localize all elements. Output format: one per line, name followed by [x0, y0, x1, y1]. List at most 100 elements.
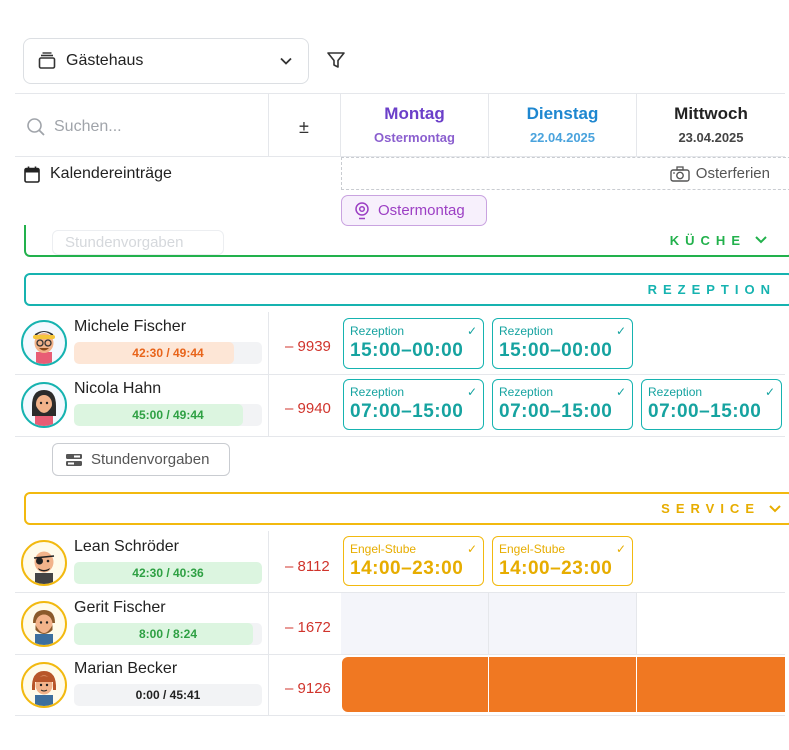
staff-name: Gerit Fischer — [74, 599, 166, 616]
calendar-entries-label: Kalendereinträge — [24, 165, 172, 183]
shift-title: Rezeption — [499, 385, 554, 399]
shift-title: Rezeption — [350, 385, 405, 399]
day-header-monday[interactable]: Montag Ostermontag — [341, 94, 488, 156]
check-icon: ✓ — [615, 385, 626, 399]
check-icon: ✓ — [615, 324, 626, 338]
day-sub: 23.04.2025 — [678, 130, 744, 145]
sliders-icon — [66, 453, 82, 466]
avatar — [21, 320, 67, 366]
hours-bar: 42:30 / 40:36 — [74, 562, 262, 584]
shift-time: 14:00–23:00 — [350, 558, 464, 579]
chevron-down-icon — [769, 504, 781, 512]
chevron-down-icon — [755, 236, 767, 244]
shift-card[interactable]: Engel-Stube ✓ 14:00–23:00 — [343, 536, 484, 586]
row-divider — [636, 593, 637, 655]
check-icon: ✓ — [466, 324, 477, 338]
hours-bar: 0:00 / 45:41 — [74, 684, 262, 706]
shift-card[interactable]: Rezeption ✓ 15:00–00:00 — [343, 318, 484, 369]
shift-title: Rezeption — [350, 324, 405, 338]
stundenvorgaben-button[interactable]: Stundenvorgaben — [52, 443, 230, 476]
row-divider — [15, 715, 785, 716]
hours-text: 42:30 / 49:44 — [132, 346, 204, 360]
ferien-text: Osterferien — [695, 165, 770, 182]
staff-row[interactable]: Lean Schröder 42:30 / 40:36 – 8112 — [15, 532, 345, 592]
staff-name: Michele Fischer — [74, 318, 187, 335]
shift-title: Engel-Stube — [499, 542, 566, 556]
absence-block[interactable] — [637, 657, 785, 712]
search-input[interactable] — [54, 118, 254, 136]
hours-text: 0:00 / 45:41 — [135, 688, 201, 702]
holiday-chip[interactable]: Ostermontag — [341, 195, 487, 226]
house-select[interactable]: Gästehaus — [23, 38, 309, 84]
stack-icon — [38, 52, 56, 69]
shift-time: 14:00–23:00 — [499, 558, 613, 579]
staff-row[interactable]: Michele Fischer 42:30 / 49:44 – 9939 — [15, 312, 345, 372]
hours-bar: 42:30 / 49:44 — [74, 342, 262, 364]
filter-icon[interactable] — [324, 48, 348, 72]
check-icon: ✓ — [764, 385, 775, 399]
search-icon — [27, 118, 45, 136]
staff-name: Nicola Hahn — [74, 380, 162, 397]
staff-row[interactable]: Gerit Fischer 8:00 / 8:24 – 1672 — [15, 593, 345, 653]
shift-time: 07:00–15:00 — [648, 401, 762, 422]
plus-minus-toggle[interactable]: ± — [268, 104, 340, 150]
search-box — [22, 104, 268, 150]
check-icon: ✓ — [615, 542, 626, 556]
day-name: Mittwoch — [674, 104, 748, 123]
shift-time: 07:00–15:00 — [499, 401, 613, 422]
avatar — [21, 601, 67, 647]
group-header-rezeption[interactable]: REZEPTION — [24, 273, 789, 306]
day-name: Dienstag — [526, 104, 599, 123]
group-label-kueche: KÜCHE — [669, 232, 746, 248]
day-sub: 22.04.2025 — [529, 130, 596, 145]
absence-block[interactable] — [489, 657, 636, 712]
stundenvorgaben-text: Stundenvorgaben — [91, 451, 210, 468]
holiday-chip-text: Ostermontag — [378, 202, 465, 219]
group-label-service: SERVICE — [661, 501, 760, 516]
shift-card[interactable]: Rezeption ✓ 07:00–15:00 — [641, 379, 782, 430]
shift-title: Rezeption — [499, 324, 554, 338]
avatar — [21, 382, 67, 428]
day-header-wednesday[interactable]: Mittwoch 23.04.2025 — [637, 94, 785, 156]
day-sub: Ostermontag — [374, 130, 455, 145]
chevron-down-icon — [280, 57, 292, 65]
hours-delta: – 9126 — [285, 680, 331, 697]
ferien-entry[interactable]: Osterferien — [341, 157, 789, 190]
check-icon: ✓ — [466, 385, 477, 399]
staff-name: Marian Becker — [74, 660, 178, 677]
shift-card[interactable]: Rezeption ✓ 07:00–15:00 — [343, 379, 484, 430]
shift-title: Rezeption — [648, 385, 703, 399]
hours-delta: – 8112 — [285, 558, 330, 575]
row-divider — [15, 436, 785, 437]
hours-text: 42:30 / 40:36 — [132, 566, 204, 580]
group-header-kueche[interactable]: KÜCHE — [24, 225, 789, 257]
shift-card[interactable]: Engel-Stube ✓ 14:00–23:00 — [492, 536, 633, 586]
staff-name: Lean Schröder — [74, 538, 179, 555]
day-header-tuesday[interactable]: Dienstag 22.04.2025 — [489, 94, 636, 156]
hours-delta: – 9940 — [285, 400, 331, 417]
hours-bar: 8:00 / 8:24 — [74, 623, 262, 645]
hours-delta: – 1672 — [285, 619, 331, 636]
avatar — [21, 662, 67, 708]
location-icon — [355, 201, 369, 219]
shift-card[interactable]: Rezeption ✓ 15:00–00:00 — [492, 318, 633, 369]
calendar-icon — [24, 166, 40, 183]
staff-row[interactable]: Nicola Hahn 45:00 / 49:44 – 9940 — [15, 374, 345, 434]
hours-delta: – 9939 — [285, 338, 331, 355]
shift-title: Engel-Stube — [350, 542, 417, 556]
avatar — [21, 540, 67, 586]
hours-bar: 45:00 / 49:44 — [74, 404, 262, 426]
calendar-entries-text: Kalendereinträge — [50, 165, 172, 182]
group-header-service[interactable]: SERVICE — [24, 492, 789, 525]
group-label-rezeption: REZEPTION — [647, 282, 776, 297]
absence-block[interactable] — [342, 657, 488, 712]
hours-text: 45:00 / 49:44 — [132, 408, 204, 422]
row-divider — [488, 593, 489, 655]
school-icon — [670, 165, 690, 182]
staff-row[interactable]: Marian Becker 0:00 / 45:41 – 9126 — [15, 654, 345, 714]
day-name: Montag — [384, 104, 445, 123]
shift-time: 15:00–00:00 — [350, 340, 464, 361]
shift-card[interactable]: Rezeption ✓ 07:00–15:00 — [492, 379, 633, 430]
shift-time: 07:00–15:00 — [350, 401, 464, 422]
house-select-label: Gästehaus — [66, 52, 144, 69]
